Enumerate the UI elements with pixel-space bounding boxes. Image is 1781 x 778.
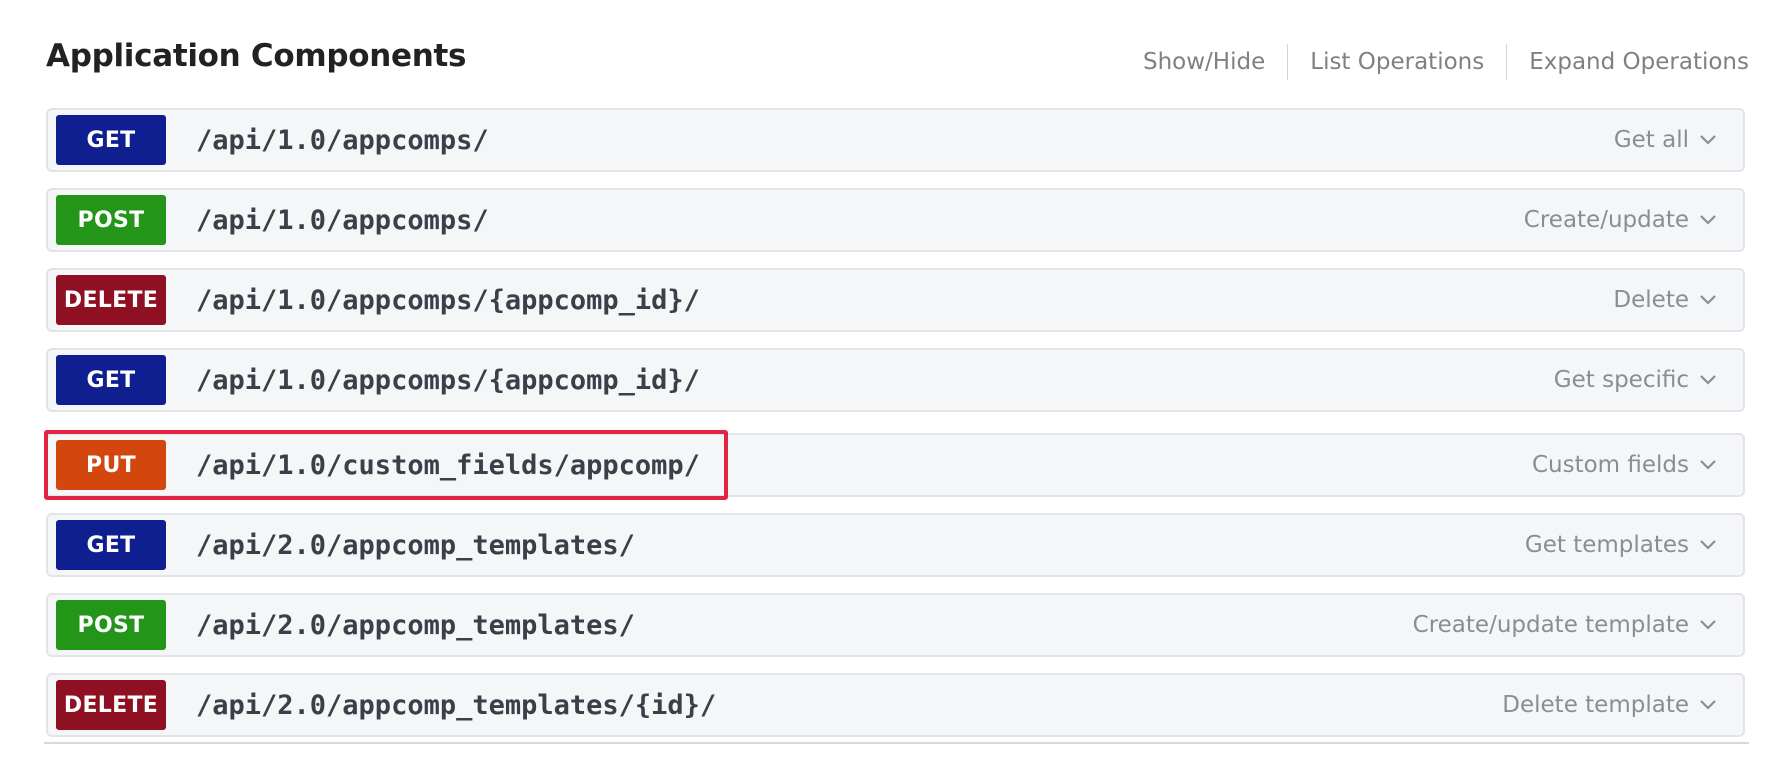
operation-path[interactable]: /api/2.0/appcomp_templates/ — [196, 530, 635, 561]
operation-path[interactable]: /api/2.0/appcomp_templates/{id}/ — [196, 690, 716, 721]
operation-summary[interactable]: Delete — [1613, 287, 1717, 313]
operation-row[interactable]: POST /api/1.0/appcomps/ Create/update — [46, 188, 1745, 252]
summary-text: Create/update template — [1412, 612, 1689, 638]
operation-row[interactable]: DELETE /api/2.0/appcomp_templates/{id}/ … — [46, 673, 1745, 737]
method-badge[interactable]: DELETE — [56, 275, 166, 325]
summary-text: Get specific — [1553, 367, 1689, 393]
show-hide-link[interactable]: Show/Hide — [1143, 49, 1265, 75]
method-badge[interactable]: DELETE — [56, 680, 166, 730]
operation-row[interactable]: GET /api/1.0/appcomps/{appcomp_id}/ Get … — [46, 348, 1745, 412]
operation-path[interactable]: /api/1.0/appcomps/{appcomp_id}/ — [196, 365, 700, 396]
operation-summary[interactable]: Get templates — [1525, 532, 1717, 558]
operation-summary[interactable]: Get specific — [1554, 367, 1717, 393]
operation-path[interactable]: /api/2.0/appcomp_templates/ — [196, 610, 635, 641]
summary-text: Delete — [1613, 287, 1689, 313]
chevron-down-icon — [1700, 460, 1716, 470]
method-badge[interactable]: GET — [56, 520, 166, 570]
method-badge[interactable]: GET — [56, 355, 166, 405]
operation-row[interactable]: POST /api/2.0/appcomp_templates/ Create/… — [46, 593, 1745, 657]
operation-row[interactable]: DELETE /api/1.0/appcomps/{appcomp_id}/ D… — [46, 268, 1745, 332]
operation-summary[interactable]: Delete template — [1502, 692, 1717, 718]
expand-operations-link[interactable]: Expand Operations — [1529, 49, 1749, 75]
chevron-down-icon — [1700, 700, 1716, 710]
divider — [1506, 44, 1508, 80]
operation-path[interactable]: /api/1.0/appcomps/ — [196, 205, 489, 236]
operation-row[interactable]: GET /api/2.0/appcomp_templates/ Get temp… — [46, 513, 1745, 577]
operation-row[interactable]: GET /api/1.0/appcomps/ Get all — [46, 108, 1745, 172]
summary-text: Create/update — [1523, 207, 1689, 233]
api-section: Application Components Show/Hide List Op… — [44, 0, 1749, 744]
operation-path[interactable]: /api/1.0/custom_fields/appcomp/ — [196, 450, 700, 481]
method-badge[interactable]: PUT — [56, 440, 166, 490]
operation-path[interactable]: /api/1.0/appcomps/{appcomp_id}/ — [196, 285, 700, 316]
chevron-down-icon — [1700, 375, 1716, 385]
section-bottom-divider — [44, 742, 1749, 744]
section-header: Application Components Show/Hide List Op… — [44, 0, 1749, 106]
operation-row[interactable]: PUT /api/1.0/custom_fields/appcomp/ Cust… — [46, 433, 1745, 497]
chevron-down-icon — [1700, 215, 1716, 225]
method-badge[interactable]: POST — [56, 195, 166, 245]
chevron-down-icon — [1700, 540, 1716, 550]
summary-text: Delete template — [1502, 692, 1689, 718]
operation-summary[interactable]: Create/update — [1524, 207, 1717, 233]
chevron-down-icon — [1700, 295, 1716, 305]
method-badge[interactable]: POST — [56, 600, 166, 650]
section-title: Application Components — [46, 38, 467, 74]
chevron-down-icon — [1700, 620, 1716, 630]
divider — [1287, 44, 1289, 80]
summary-text: Get all — [1613, 127, 1689, 153]
section-actions: Show/Hide List Operations Expand Operati… — [1143, 44, 1749, 80]
operation-summary[interactable]: Get all — [1614, 127, 1717, 153]
operation-path[interactable]: /api/1.0/appcomps/ — [196, 125, 489, 156]
summary-text: Get templates — [1524, 532, 1689, 558]
operation-summary[interactable]: Custom fields — [1532, 452, 1717, 478]
list-operations-link[interactable]: List Operations — [1310, 49, 1484, 75]
operation-summary[interactable]: Create/update template — [1413, 612, 1717, 638]
summary-text: Custom fields — [1531, 452, 1689, 478]
chevron-down-icon — [1700, 135, 1716, 145]
method-badge[interactable]: GET — [56, 115, 166, 165]
